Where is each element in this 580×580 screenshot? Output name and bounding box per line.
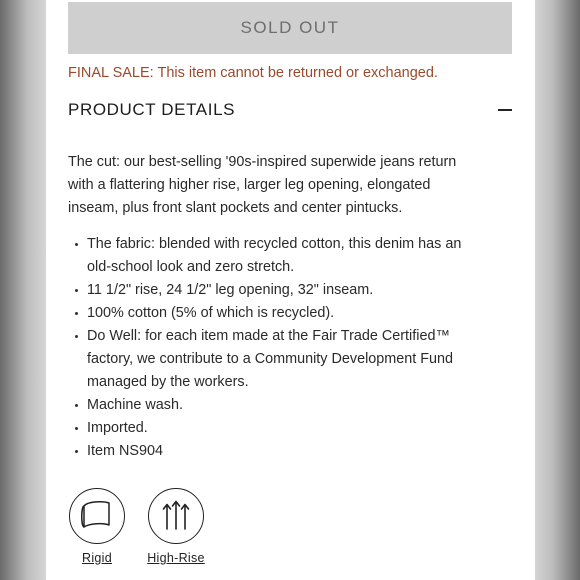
fit-high-rise-label[interactable]: High-Rise [141, 551, 211, 565]
final-sale-notice: FINAL SALE: This item cannot be returned… [68, 65, 438, 81]
list-item-line: The fabric: blended with recycled cotton… [87, 236, 462, 252]
product-description: The cut: our best-selling '90s-inspired … [68, 151, 518, 220]
list-item-line: 100% cotton (5% of which is recycled). [87, 305, 335, 321]
list-item: Item NS904 [68, 440, 518, 463]
list-item: The fabric: blended with recycled cotton… [68, 233, 518, 279]
list-item: Machine wash. [68, 394, 518, 417]
list-item: Do Well: for each item made at the Fair … [68, 325, 518, 394]
fit-high-rise-link[interactable]: High-Rise [141, 488, 211, 565]
list-item-line: factory, we contribute to a Community De… [87, 351, 454, 367]
list-item-line: Item NS904 [87, 443, 163, 459]
list-item: Imported. [68, 417, 518, 440]
description-line: inseam, plus front slant pockets and cen… [68, 200, 403, 216]
fit-rigid-label[interactable]: Rigid [62, 551, 132, 565]
minus-icon[interactable] [498, 109, 512, 111]
high-rise-arrows-icon [148, 488, 204, 544]
rigid-fabric-icon [69, 488, 125, 544]
list-item-line: managed by the workers. [87, 374, 249, 390]
list-item-line: Machine wash. [87, 397, 183, 413]
product-details-list: The fabric: blended with recycled cotton… [68, 233, 518, 463]
product-details-toggle[interactable]: PRODUCT DETAILS [68, 96, 512, 124]
list-item-line: old-school look and zero stretch. [87, 259, 295, 275]
list-item-line: 11 1/2" rise, 24 1/2" leg opening, 32" i… [87, 282, 374, 298]
list-item-line: Do Well: for each item made at the Fair … [87, 328, 450, 344]
fit-rigid-link[interactable]: Rigid [62, 488, 132, 565]
description-line: with a flattering higher rise, larger le… [68, 177, 431, 193]
background-left [0, 0, 46, 580]
background-right [534, 0, 580, 580]
product-details-title: PRODUCT DETAILS [68, 100, 236, 119]
description-line: The cut: our best-selling '90s-inspired … [68, 154, 457, 170]
product-panel: SOLD OUT FINAL SALE: This item cannot be… [46, 0, 535, 580]
list-item: 11 1/2" rise, 24 1/2" leg opening, 32" i… [68, 279, 518, 302]
sold-out-button[interactable]: SOLD OUT [68, 2, 512, 54]
list-item-line: Imported. [87, 420, 148, 436]
list-item: 100% cotton (5% of which is recycled). [68, 302, 518, 325]
